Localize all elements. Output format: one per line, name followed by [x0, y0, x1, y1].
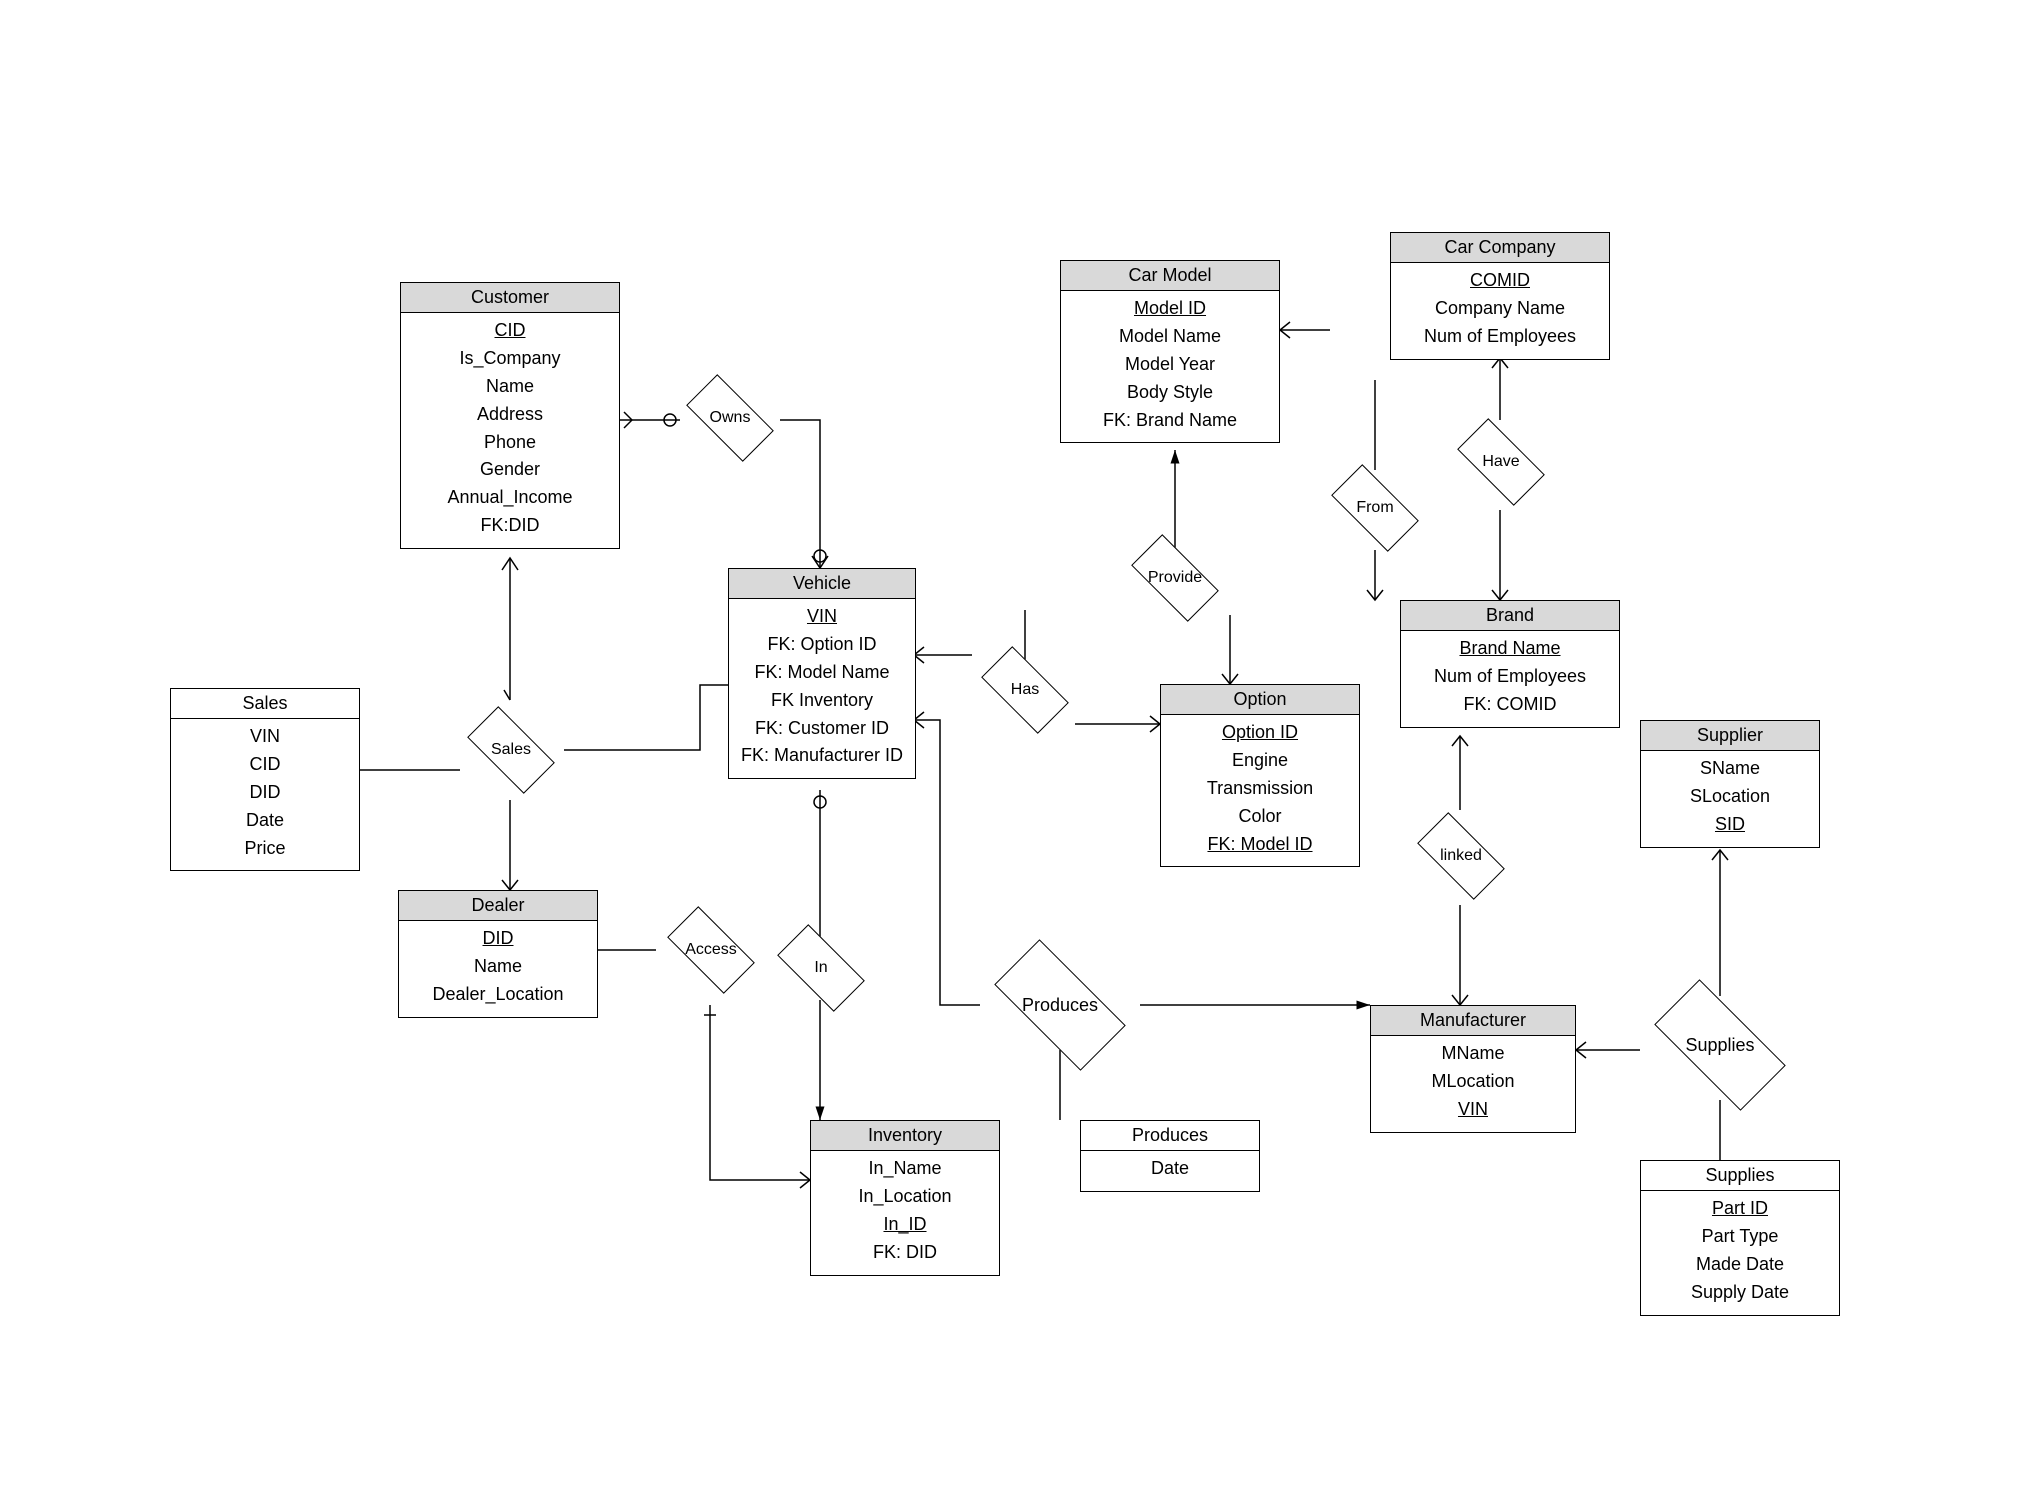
entity-attrs: CID Is_Company Name Address Phone Gender… — [401, 313, 619, 548]
entity-manufacturer: Manufacturer MName MLocation VIN — [1370, 1005, 1576, 1133]
entity-car-company: Car Company COMID Company Name Num of Em… — [1390, 232, 1610, 360]
entity-supplier: Supplier SName SLocation SID — [1640, 720, 1820, 848]
relation-has: Has — [970, 660, 1080, 720]
entity-title: Car Company — [1391, 233, 1609, 263]
relation-access: Access — [656, 920, 766, 980]
entity-customer: Customer CID Is_Company Name Address Pho… — [400, 282, 620, 549]
entity-title: Supplier — [1641, 721, 1819, 751]
relation-supplies: Supplies — [1630, 1000, 1810, 1090]
entity-title: Vehicle — [729, 569, 915, 599]
entity-title: Brand — [1401, 601, 1619, 631]
entity-title: Car Model — [1061, 261, 1279, 291]
entity-title: Option — [1161, 685, 1359, 715]
entity-title: Customer — [401, 283, 619, 313]
relation-owns: Owns — [675, 388, 785, 448]
entity-car-model: Car Model Model ID Model Name Model Year… — [1060, 260, 1280, 443]
reltable-produces: Produces Date — [1080, 1120, 1260, 1192]
entity-dealer: Dealer DID Name Dealer_Location — [398, 890, 598, 1018]
reltable-supplies: Supplies Part ID Part Type Made Date Sup… — [1640, 1160, 1840, 1316]
relation-in: In — [766, 938, 876, 998]
entity-title: Dealer — [399, 891, 597, 921]
entity-vehicle: Vehicle VIN FK: Option ID FK: Model Name… — [728, 568, 916, 779]
entity-option: Option Option ID Engine Transmission Col… — [1160, 684, 1360, 867]
relation-from: From — [1320, 478, 1430, 538]
relation-provide: Provide — [1120, 548, 1230, 608]
entity-title: Manufacturer — [1371, 1006, 1575, 1036]
relation-produces: Produces — [970, 960, 1150, 1050]
er-diagram-canvas: Customer CID Is_Company Name Address Pho… — [0, 0, 2018, 1487]
entity-inventory: Inventory In_Name In_Location In_ID FK: … — [810, 1120, 1000, 1276]
relation-sales: Sales — [456, 720, 566, 780]
entity-brand: Brand Brand Name Num of Employees FK: CO… — [1400, 600, 1620, 728]
reltable-sales: Sales VIN CID DID Date Price — [170, 688, 360, 871]
entity-title: Inventory — [811, 1121, 999, 1151]
relation-linked: linked — [1406, 826, 1516, 886]
relation-have: Have — [1446, 432, 1556, 492]
